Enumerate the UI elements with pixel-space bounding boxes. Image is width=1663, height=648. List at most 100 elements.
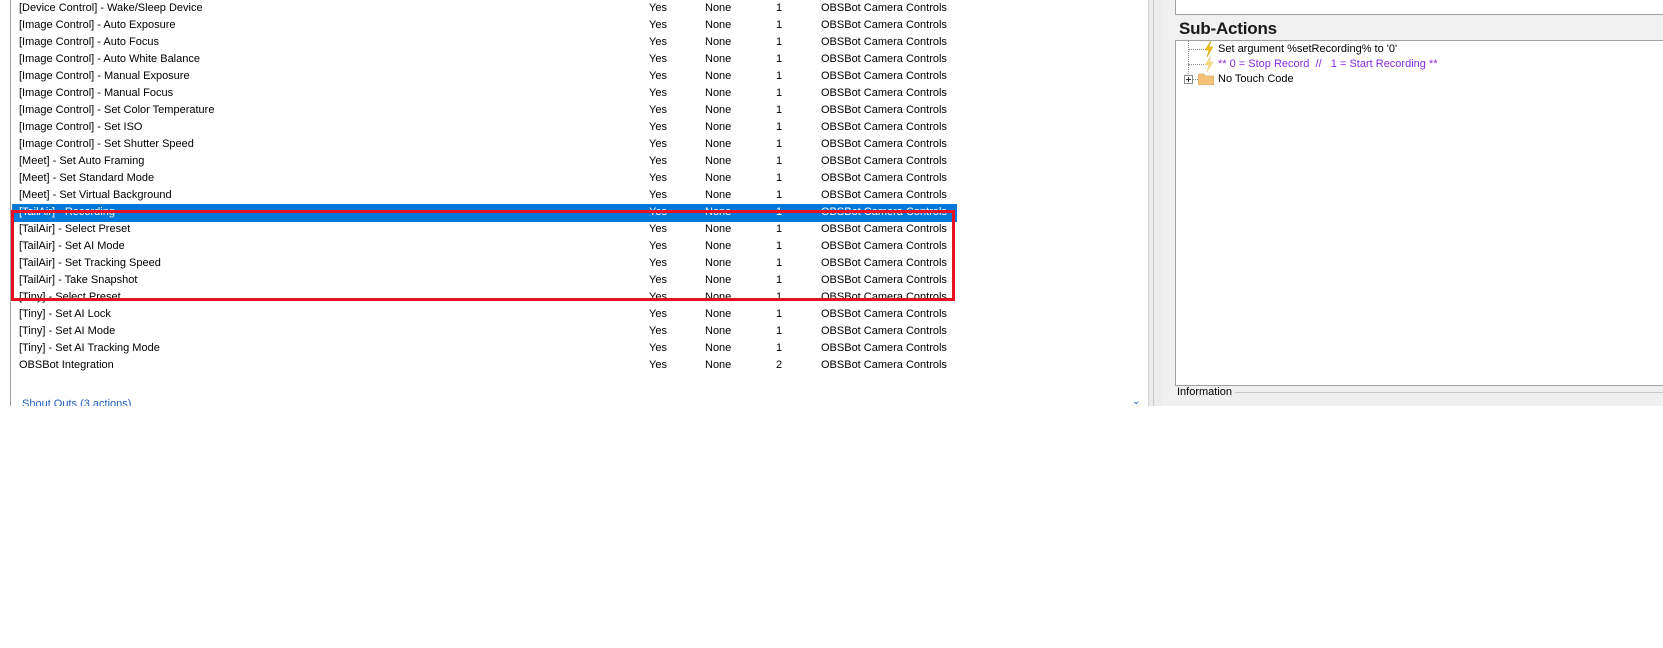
action-row[interactable]: [Image Control] - Auto Exposure Yes None 1 O… [12,17,957,35]
action-subaction-count: 1 [776,257,783,269]
action-group: OBSBot Camera Controls [821,325,947,337]
action-subaction-count: 1 [776,325,783,337]
action-name: [TailAir] - Set Tracking Speed [19,257,161,269]
action-trigger: None [705,359,732,371]
splitter-line [1153,0,1154,406]
action-row[interactable]: [TailAir] - Set Tracking Speed Yes None 1 OB… [12,255,957,273]
sub-action-group-text: No Touch Code [1218,73,1294,85]
action-trigger: None [705,240,732,252]
action-trigger: None [705,19,732,31]
action-group: OBSBot Camera Controls [821,19,947,31]
action-row-selected[interactable]: [TailAir] - Recording Yes None 1 OBSBot Came… [12,204,957,222]
action-row[interactable]: [TailAir] - Take Snapshot Yes None 1 OBSBot … [12,272,957,290]
action-trigger: None [705,172,732,184]
action-subaction-count: 1 [776,308,783,320]
action-subaction-count: 1 [776,138,783,150]
action-row[interactable]: [TailAir] - Select Preset Yes None 1 OBSBot … [12,221,957,239]
action-name: [Image Control] - Set Color Temperature [19,104,215,116]
action-subaction-count: 1 [776,87,783,99]
action-name: [Tiny] - Set AI Mode [19,325,116,337]
action-trigger: None [705,121,732,133]
action-row[interactable]: OBSBot Integration Yes None 2 OBSBot Camera … [12,357,957,375]
list-border [10,0,11,406]
action-enabled: Yes [649,138,667,150]
action-row[interactable]: [Image Control] - Set ISO Yes None 1 OBSBot … [12,119,957,137]
action-row[interactable]: [Meet] - Set Virtual Background Yes None 1 O… [12,187,957,205]
information-label: Information [1174,386,1236,398]
lightning-bolt-icon [1204,41,1214,57]
action-enabled: Yes [649,2,667,14]
sub-action-comment[interactable]: ** 0 = Stop Record // 1 = Start Recordin… [1176,56,1656,72]
action-group: OBSBot Camera Controls [821,206,947,218]
action-group: OBSBot Camera Controls [821,2,947,14]
action-row[interactable]: [Image Control] - Auto Focus Yes None 1 OBSB… [12,34,957,52]
sub-actions-tree[interactable]: Set argument %setRecording% to '0' ** 0 … [1175,40,1663,386]
expand-icon[interactable] [1184,75,1193,84]
action-trigger: None [705,308,732,320]
sub-action-group[interactable]: No Touch Code [1176,71,1656,87]
action-group: OBSBot Camera Controls [821,53,947,65]
lightning-bolt-icon [1204,56,1214,72]
action-trigger: None [705,138,732,150]
action-name: [TailAir] - Recording [19,206,115,218]
action-name: [Image Control] - Manual Focus [19,87,174,99]
action-row[interactable]: [Image Control] - Auto White Balance Yes N… [12,51,957,69]
action-trigger: None [705,206,732,218]
action-trigger: None [705,70,732,82]
action-trigger: None [705,104,732,116]
action-row[interactable]: [Tiny] - Set AI Mode Yes None 1 OBSBot Camer… [12,323,957,341]
action-enabled: Yes [649,19,667,31]
action-subaction-count: 1 [776,53,783,65]
action-trigger: None [705,87,732,99]
action-row[interactable]: [Image Control] - Set Color Temperature Y… [12,102,957,120]
action-trigger: None [705,2,732,14]
action-subaction-count: 1 [776,36,783,48]
action-enabled: Yes [649,291,667,303]
action-name: [Image Control] - Auto Exposure [19,19,176,31]
group-footer-shout-outs[interactable]: Shout Outs (3 actions) [22,398,131,406]
action-enabled: Yes [649,87,667,99]
action-group: OBSBot Camera Controls [821,240,947,252]
action-group: OBSBot Camera Controls [821,104,947,116]
action-subaction-count: 2 [776,359,783,371]
action-row[interactable]: [Meet] - Set Auto Framing Yes None 1 OBSBot … [12,153,957,171]
action-name: [Meet] - Set Standard Mode [19,172,155,184]
sub-action-comment-text: ** 0 = Stop Record // 1 = Start Recordin… [1218,58,1438,70]
action-name: [Meet] - Set Virtual Background [19,189,172,201]
sub-action-item[interactable]: Set argument %setRecording% to '0' [1176,41,1656,57]
action-row[interactable]: [TailAir] - Set AI Mode Yes None 1 OBSBot Ca… [12,238,957,256]
action-row[interactable]: [Image Control] - Manual Exposure Yes None… [12,68,957,86]
action-row[interactable]: [Image Control] - Manual Focus Yes None 1 OB… [12,85,957,103]
action-group: OBSBot Camera Controls [821,155,947,167]
action-row[interactable]: [Image Control] - Set Shutter Speed Yes No… [12,136,957,154]
action-enabled: Yes [649,223,667,235]
action-row[interactable]: [Device Control] - Wake/Sleep Device Yes N… [12,0,957,18]
action-enabled: Yes [649,274,667,286]
action-enabled: Yes [649,172,667,184]
action-row[interactable]: [Tiny] - Select Preset Yes None 1 OBSBot Cam… [12,289,957,307]
action-enabled: Yes [649,308,667,320]
action-subaction-count: 1 [776,155,783,167]
action-subaction-count: 1 [776,223,783,235]
triggers-list[interactable] [1175,0,1663,15]
action-group: OBSBot Camera Controls [821,138,947,150]
action-group: OBSBot Camera Controls [821,87,947,99]
action-subaction-count: 1 [776,104,783,116]
panel-splitter[interactable] [1148,0,1163,406]
action-group: OBSBot Camera Controls [821,342,947,354]
action-subaction-count: 1 [776,274,783,286]
action-enabled: Yes [649,189,667,201]
action-group: OBSBot Camera Controls [821,257,947,269]
action-name: [Image Control] - Auto White Balance [19,53,200,65]
app-window: [Device Control] - Wake/Sleep Device Yes N… [0,0,1663,406]
action-row[interactable]: [Tiny] - Set AI Tracking Mode Yes None 1 OBS… [12,340,957,358]
action-enabled: Yes [649,70,667,82]
action-subaction-count: 1 [776,19,783,31]
action-row[interactable]: [Tiny] - Set AI Lock Yes None 1 OBSBot Camer… [12,306,957,324]
action-row[interactable]: [Meet] - Set Standard Mode Yes None 1 OBSBot… [12,170,957,188]
action-name: [Tiny] - Select Preset [19,291,121,303]
action-subaction-count: 1 [776,189,783,201]
action-trigger: None [705,325,732,337]
action-group: OBSBot Camera Controls [821,274,947,286]
chevron-down-icon[interactable]: ⌄ [1132,398,1140,406]
